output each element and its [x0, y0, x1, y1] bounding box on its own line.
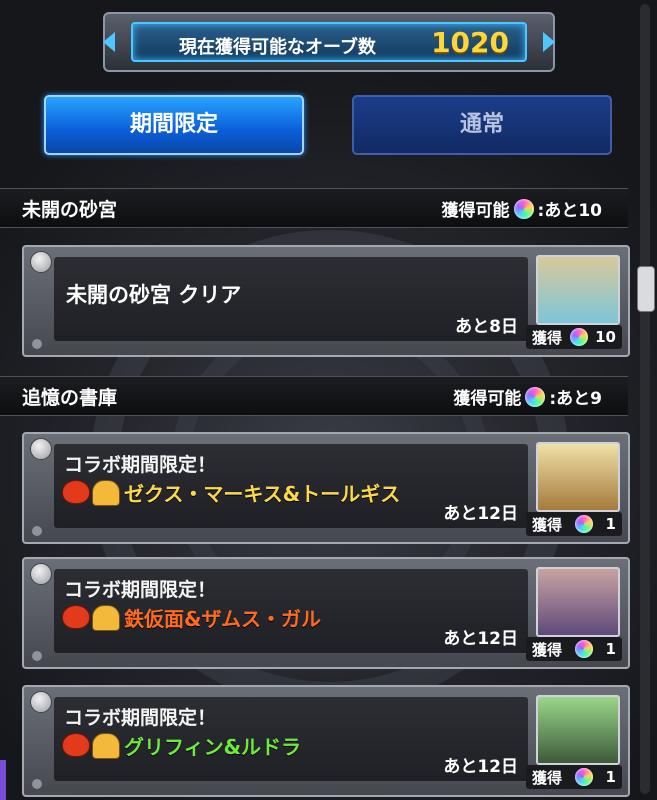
panel-arrow-right-icon: [543, 32, 555, 52]
quest-reward: 獲得 1: [526, 637, 622, 661]
quest-card-body: コラボ期間限定！ ゼクス・マーキス&トールギス あと12日: [54, 444, 528, 528]
devil-icon: [62, 605, 90, 629]
quest-card[interactable]: コラボ期間限定！ グリフィン&ルドラ あと12日 獲得 1: [22, 685, 630, 797]
quest-card-body: 未開の砂宮 クリア あと8日: [54, 257, 528, 341]
orb-icon: [569, 328, 588, 346]
bell-icon: [92, 480, 120, 506]
orb-icon: [574, 640, 593, 658]
quest-card[interactable]: 未開の砂宮 クリア あと8日 獲得 10: [22, 245, 630, 357]
available-remaining: :あと9: [549, 389, 602, 409]
pin-icon: [30, 438, 52, 460]
reward-count: 10: [595, 328, 616, 346]
orb-icon: [574, 515, 593, 533]
tab-limited[interactable]: 期間限定: [44, 95, 304, 155]
quest-reward: 獲得 1: [526, 765, 622, 789]
orb-count-panel: 現在獲得可能なオーブ数 1020: [103, 12, 555, 72]
quest-reward: 獲得 10: [526, 325, 622, 349]
tab-normal[interactable]: 通常: [352, 95, 612, 155]
collab-label: コラボ期間限定！: [64, 707, 217, 729]
character-portrait: [536, 695, 620, 765]
quest-remaining-days: あと12日: [443, 629, 518, 649]
reward-count: 1: [605, 768, 616, 786]
available-label: 獲得可能: [453, 389, 522, 409]
reward-label: 獲得: [532, 640, 563, 659]
character-portrait: [536, 567, 620, 637]
section-header-memory-archive: 追憶の書庫 獲得可能 :あと9: [0, 376, 628, 416]
pin-icon: [30, 563, 52, 585]
reward-count: 1: [605, 515, 616, 533]
section-title: 追憶の書庫: [22, 387, 118, 409]
orb-count-display: 現在獲得可能なオーブ数 1020: [131, 22, 527, 62]
pin-icon: [30, 251, 52, 273]
card-corner-rivet: [32, 339, 42, 349]
quest-character-name: グリフィン&ルドラ: [124, 735, 302, 759]
character-portrait: [536, 442, 620, 512]
panel-arrow-left-icon: [103, 32, 115, 52]
available-label: 獲得可能: [441, 201, 510, 221]
section-title: 未開の砂宮: [22, 199, 118, 221]
difficulty-icons: [62, 605, 120, 631]
scrollbar-track[interactable]: [640, 4, 650, 794]
orb-icon: [525, 386, 546, 407]
quest-remaining-days: あと12日: [443, 757, 518, 777]
quest-title: 未開の砂宮 クリア: [66, 283, 242, 307]
section-availability: 獲得可能 :あと10: [442, 196, 602, 221]
bell-icon: [92, 733, 120, 759]
collab-label: コラボ期間限定！: [64, 454, 217, 476]
reward-label: 獲得: [532, 768, 563, 787]
section-availability: 獲得可能 :あと9: [453, 384, 602, 409]
quest-stage-icon: [536, 255, 620, 325]
quest-card[interactable]: コラボ期間限定！ ゼクス・マーキス&トールギス あと12日 獲得 1: [22, 432, 630, 544]
card-corner-rivet: [32, 779, 42, 789]
devil-icon: [62, 480, 90, 504]
orb-count-label: 現在獲得可能なオーブ数: [179, 37, 376, 58]
quest-character-name: 鉄仮面&ザムス・ガル: [124, 607, 322, 631]
quest-card[interactable]: コラボ期間限定！ 鉄仮面&ザムス・ガル あと12日 獲得 1: [22, 557, 630, 669]
quest-character-name: ゼクス・マーキス&トールギス: [124, 482, 401, 506]
quest-remaining-days: あと12日: [443, 504, 518, 524]
bell-icon: [92, 605, 120, 631]
reward-label: 獲得: [532, 328, 563, 347]
pin-icon: [30, 691, 52, 713]
difficulty-icons: [62, 733, 120, 759]
quest-remaining-days: あと8日: [455, 317, 518, 337]
collab-label: コラボ期間限定！: [64, 579, 217, 601]
difficulty-icons: [62, 480, 120, 506]
scrollbar-thumb[interactable]: [637, 266, 655, 312]
card-corner-rivet: [32, 651, 42, 661]
available-remaining: :あと10: [537, 201, 602, 221]
quest-card-body: コラボ期間限定！ 鉄仮面&ザムス・ガル あと12日: [54, 569, 528, 653]
quest-reward: 獲得 1: [526, 512, 622, 536]
left-edge-accent: [0, 760, 6, 800]
orb-count-value: 1020: [431, 26, 509, 59]
quest-card-body: コラボ期間限定！ グリフィン&ルドラ あと12日: [54, 697, 528, 781]
reward-label: 獲得: [532, 515, 563, 534]
devil-icon: [62, 733, 90, 757]
card-corner-rivet: [32, 526, 42, 536]
section-header-sand-palace: 未開の砂宮 獲得可能 :あと10: [0, 188, 628, 228]
orb-icon: [574, 768, 593, 786]
orb-icon: [513, 198, 534, 219]
reward-count: 1: [605, 640, 616, 658]
